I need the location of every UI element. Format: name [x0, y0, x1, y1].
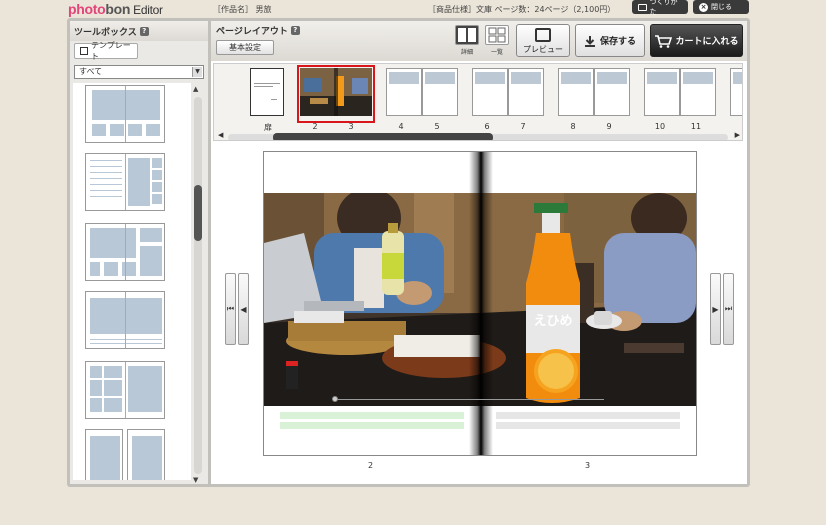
view-detail-label: 詳細 [460, 49, 473, 56]
thumbnail-label: 3 [348, 122, 354, 131]
last-page-button[interactable]: ⏭ [723, 273, 734, 345]
download-icon [584, 35, 595, 47]
toolbox-scrollbar[interactable]: ▲ ▼ [193, 85, 203, 484]
tab-template-label: テンプレート [91, 41, 131, 61]
layout-title-text: ページレイアウト [216, 27, 288, 37]
thumbnail-cover[interactable] [250, 68, 284, 120]
thumbnail-spread-6-7[interactable] [472, 68, 544, 120]
view-toggle: 詳細 一覧 [453, 24, 511, 58]
thumbnail-scrollbar[interactable]: ◀ ▶ [218, 131, 740, 140]
thumbnail-spread-10-11[interactable] [644, 68, 716, 120]
help-icon[interactable]: ? [290, 26, 300, 35]
thumbnail-scroll-thumb[interactable] [273, 133, 493, 140]
left-text-area[interactable] [280, 412, 464, 432]
right-text-area[interactable] [496, 412, 680, 432]
close-button[interactable]: × 閉じる [693, 0, 749, 14]
single-page-icon [455, 25, 479, 45]
basic-settings-button[interactable]: 基本設定 [216, 40, 274, 55]
help-icon[interactable]: ? [139, 26, 149, 36]
save-button[interactable]: 保存する [575, 24, 645, 57]
thumbnail-label: 2 [312, 122, 318, 131]
thumbnail-spread-next[interactable] [730, 68, 742, 120]
howto-button[interactable]: つくりかた [632, 0, 688, 16]
book-icon [80, 47, 88, 55]
spread-gutter-shadow [469, 152, 493, 455]
filter-select[interactable]: すべて ▼ [74, 65, 204, 79]
view-detail-button[interactable]: 詳細 [453, 24, 481, 58]
template-item[interactable] [85, 361, 165, 419]
thumbnail-spread-8-9[interactable] [558, 68, 630, 120]
toolbox-tabs: 写 真 テンプレート [74, 41, 138, 297]
zoom-slider-knob[interactable] [332, 396, 338, 402]
prev-page-button[interactable]: ◀ [238, 273, 249, 345]
monitor-icon [638, 3, 647, 11]
close-label: 閉じる [711, 3, 732, 11]
preview-button[interactable]: プレビュー [516, 24, 570, 57]
bottle-label: えひめ [533, 314, 572, 329]
view-list-button[interactable]: 一覧 [483, 24, 511, 58]
template-item[interactable] [85, 223, 165, 281]
preview-book-icon [535, 28, 551, 42]
work-name: ［作品名］ 男旅 [213, 5, 272, 14]
top-bar: photobon Editor ［作品名］ 男旅 ［商品仕様］文庫 ページ数：24… [0, 0, 826, 18]
zoom-slider-track[interactable] [334, 399, 604, 400]
chevron-down-icon: ▼ [192, 67, 202, 77]
tab-template[interactable]: テンプレート [74, 41, 138, 61]
thumbnail-label: 4 [398, 122, 404, 131]
scroll-track[interactable] [194, 97, 202, 474]
scroll-left-icon[interactable]: ◀ [218, 131, 223, 139]
thumbnail-label: 9 [606, 122, 612, 131]
howto-label: つくりかた [649, 0, 678, 16]
thumbnail-label: 5 [434, 122, 440, 131]
filter-select-value: すべて [79, 67, 103, 76]
save-label: 保存する [599, 37, 636, 47]
product-info: ［商品仕様］文庫 ページ数：24ページ（2,100円） [428, 5, 616, 14]
thumbnail-label: 7 [520, 122, 526, 131]
toolbox-panel: ツールボックス ? 写 真 テンプレート すべて ▼ [70, 21, 208, 484]
logo-part-photo: photo [68, 1, 106, 17]
spread-editor: ⏮ ◀ ▶ ⏭ えひめ 2 3 [213, 145, 745, 482]
preview-label: プレビュー [523, 45, 563, 54]
thumbnail-spread-4-5[interactable] [386, 68, 458, 120]
scroll-thumb[interactable] [194, 185, 202, 241]
layout-header: ページレイアウト ? 基本設定 詳細 一覧 プレビュー 保存する カートに入れる [211, 21, 747, 61]
thumbnail-label: 10 [654, 122, 666, 131]
toolbox-title: ツールボックス [74, 27, 137, 38]
template-list [73, 83, 191, 480]
thumbnail-spread-2-3[interactable] [297, 65, 375, 123]
close-icon: × [699, 2, 708, 12]
page-thumbnail-strip: 扉 2 3 4 5 6 7 8 9 10 11 ◀ ▶ [213, 63, 743, 141]
thumbnail-label: 6 [484, 122, 490, 131]
template-item[interactable] [85, 85, 165, 143]
page-spread[interactable]: えひめ [263, 151, 697, 456]
toolbox-header: ツールボックス ? [70, 21, 208, 41]
page-number-right: 3 [585, 461, 591, 470]
cart-label: カートに入れる [675, 37, 739, 47]
cart-icon [655, 34, 673, 48]
next-page-button[interactable]: ▶ [710, 273, 721, 345]
thumbnail-label: 扉 [264, 123, 272, 132]
logo-editor-text: Editor [133, 3, 163, 17]
logo-part-bon: bon [105, 1, 131, 17]
scroll-down-icon[interactable]: ▼ [193, 476, 198, 484]
view-list-label: 一覧 [490, 49, 503, 56]
template-item[interactable] [85, 153, 165, 211]
scroll-up-icon[interactable]: ▲ [193, 85, 198, 93]
template-item[interactable] [127, 429, 165, 480]
page-layout-panel: ページレイアウト ? 基本設定 詳細 一覧 プレビュー 保存する カートに入れる… [211, 21, 747, 484]
thumbnail-label: 11 [690, 122, 702, 131]
grid-icon [485, 25, 509, 45]
app-logo: photobon Editor [68, 1, 163, 17]
template-item[interactable] [85, 429, 123, 480]
thumbnail-label: 8 [570, 122, 576, 131]
layout-title: ページレイアウト ? [216, 24, 300, 37]
scroll-right-icon[interactable]: ▶ [735, 131, 740, 139]
first-page-button[interactable]: ⏮ [225, 273, 236, 345]
page-number-left: 2 [368, 461, 374, 470]
template-item[interactable] [85, 291, 165, 349]
add-to-cart-button[interactable]: カートに入れる [650, 24, 743, 57]
